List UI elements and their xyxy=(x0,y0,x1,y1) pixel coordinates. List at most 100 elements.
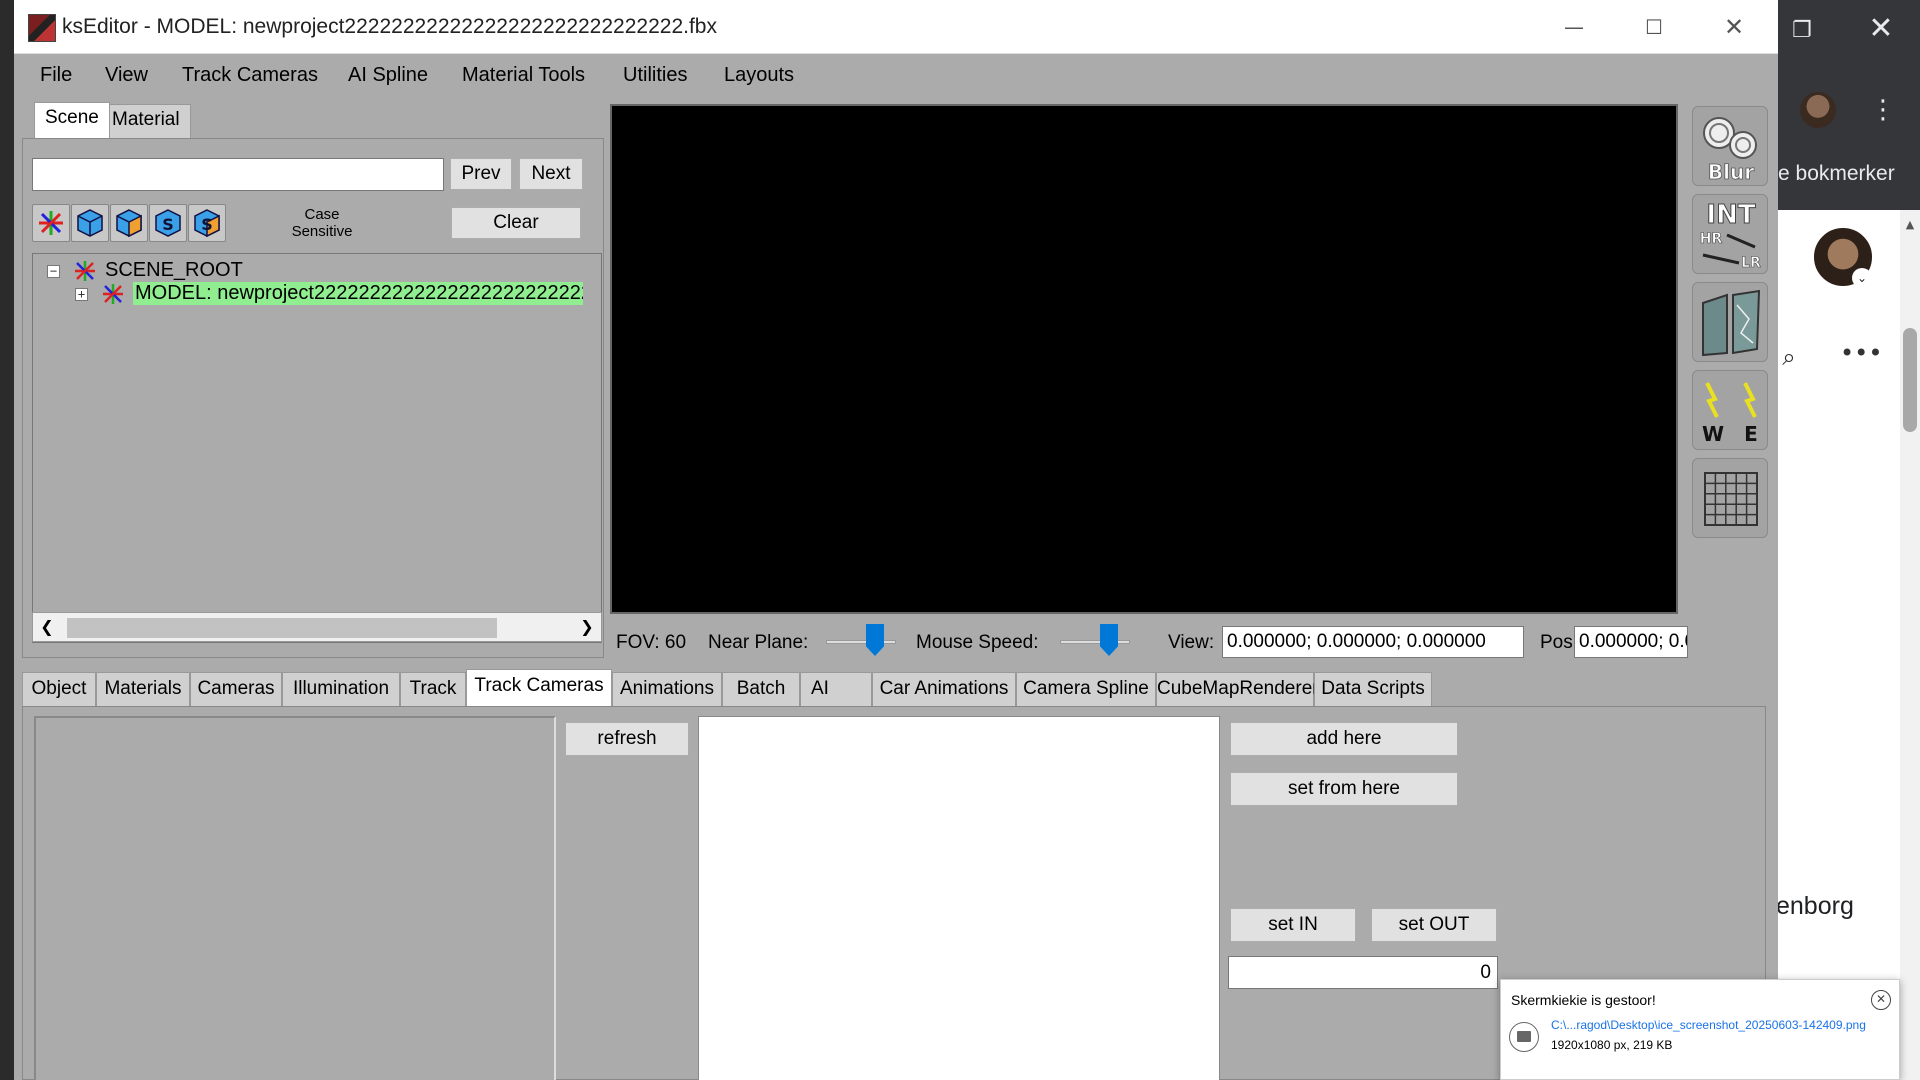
scroll-left-icon[interactable]: ❮ xyxy=(37,615,57,639)
tree-node-scene-root[interactable]: SCENE_ROOT xyxy=(105,259,243,282)
scroll-up-icon[interactable]: ▲ xyxy=(1903,218,1917,232)
near-plane-slider[interactable] xyxy=(826,640,896,644)
skinned-mesh-filter-icon[interactable]: S xyxy=(149,204,187,242)
set-out-button[interactable]: set OUT xyxy=(1371,908,1497,942)
node-icon xyxy=(75,261,95,281)
camera-set-list[interactable] xyxy=(34,716,556,1080)
near-plane-slider-thumb[interactable] xyxy=(866,624,884,656)
int-label: INT xyxy=(1706,200,1755,230)
close-icon[interactable]: ✕ xyxy=(1871,990,1891,1010)
collapse-icon[interactable]: − xyxy=(47,265,60,278)
mouse-speed-label: Mouse Speed: xyxy=(916,632,1039,653)
view-label: View: xyxy=(1168,632,1215,653)
case-sensitive-label[interactable]: Case Sensitive xyxy=(276,206,368,240)
mouse-speed-slider-thumb[interactable] xyxy=(1100,624,1118,656)
more-vertical-icon[interactable]: ⋮ xyxy=(1870,92,1896,128)
close-icon[interactable]: ✕ xyxy=(1866,14,1896,44)
tab-data-scripts[interactable]: Data Scripts xyxy=(1314,672,1432,706)
lr-label: LR xyxy=(1741,255,1761,271)
blur-label: Blur xyxy=(1708,160,1754,184)
tab-track[interactable]: Track xyxy=(400,672,466,706)
search-icon[interactable]: ⌕ xyxy=(1776,344,1802,370)
notification-title: Skermkiekie is gestoor! xyxy=(1511,992,1656,1008)
tab-object[interactable]: Object xyxy=(22,672,96,706)
scene-search-input[interactable] xyxy=(32,158,444,191)
set-from-here-button[interactable]: set from here xyxy=(1230,772,1458,806)
tree-horizontal-scrollbar[interactable]: ❮ ❯ xyxy=(32,612,602,642)
menu-layouts[interactable]: Layouts xyxy=(724,64,794,87)
glass-panels-button[interactable] xyxy=(1692,282,1768,362)
restore-icon[interactable]: ❐ xyxy=(1790,18,1814,42)
wipers-we-button[interactable]: W E xyxy=(1692,370,1768,450)
camera-list[interactable] xyxy=(698,716,1220,1080)
tab-ai[interactable]: AI xyxy=(800,672,872,706)
menu-ai-spline[interactable]: AI Spline xyxy=(348,64,428,87)
window-title: ksEditor - MODEL: newproject222222222222… xyxy=(62,15,717,38)
blur-button[interactable]: Blur xyxy=(1692,106,1768,186)
file-info: 1920x1080 px, 219 KB xyxy=(1551,1038,1673,1052)
more-horizontal-icon[interactable]: ••• xyxy=(1840,340,1882,366)
pos-field[interactable]: 0.000000; 0.0 xyxy=(1574,626,1688,658)
tab-car-animations[interactable]: Car Animations xyxy=(872,672,1016,706)
profile-avatar[interactable] xyxy=(1800,92,1836,128)
menu-track-cameras[interactable]: Track Cameras xyxy=(182,64,318,87)
tab-cameras[interactable]: Cameras xyxy=(190,672,282,706)
set-in-button[interactable]: set IN xyxy=(1230,908,1356,942)
minimize-button[interactable]: — xyxy=(1552,10,1596,44)
maximize-button[interactable]: ☐ xyxy=(1632,10,1676,44)
tab-scene[interactable]: Scene xyxy=(34,102,110,138)
next-button[interactable]: Next xyxy=(519,158,583,190)
node-icon xyxy=(103,284,123,304)
folder-icon[interactable] xyxy=(1509,1022,1539,1052)
menu-file[interactable]: File xyxy=(40,64,72,87)
desktop-edge xyxy=(0,0,14,1080)
mesh-orange-filter-icon[interactable] xyxy=(110,204,148,242)
menu-view[interactable]: View xyxy=(105,64,148,87)
pos-label: Pos: xyxy=(1540,632,1579,653)
scrollbar-thumb[interactable] xyxy=(1903,328,1917,432)
app-icon xyxy=(28,14,56,42)
int-hr-lr-button[interactable]: INT HR LR xyxy=(1692,194,1768,274)
page-text: enborg xyxy=(1776,892,1854,920)
tab-cubemaprenderer[interactable]: CubeMapRenderer xyxy=(1156,672,1319,706)
e-label: E xyxy=(1744,422,1758,446)
clear-button[interactable]: Clear xyxy=(451,207,581,239)
menu-bar: File View Track Cameras AI Spline Materi… xyxy=(14,56,1778,94)
w-label: W xyxy=(1702,422,1724,446)
view-field[interactable]: 0.000000; 0.000000; 0.000000 xyxy=(1222,626,1524,658)
tab-camera-spline[interactable]: Camera Spline xyxy=(1016,672,1156,706)
tab-animations[interactable]: Animations xyxy=(612,672,722,706)
expand-icon[interactable]: + xyxy=(75,288,88,301)
near-plane-label: Near Plane: xyxy=(708,632,809,653)
grid-button[interactable] xyxy=(1692,458,1768,538)
screenshot-notification[interactable]: Skermkiekie is gestoor! ✕ C:\...ragod\De… xyxy=(1500,979,1900,1080)
node-filter-icon[interactable] xyxy=(32,204,70,242)
tab-track-cameras[interactable]: Track Cameras xyxy=(466,669,612,706)
prev-button[interactable]: Prev xyxy=(450,158,512,190)
tab-illumination[interactable]: Illumination xyxy=(282,672,400,706)
tree-node-model[interactable]: MODEL: newproject22222222222222222222222… xyxy=(133,282,583,305)
scrollbar-thumb[interactable] xyxy=(67,618,497,638)
tab-material[interactable]: Material xyxy=(101,104,191,138)
refresh-button[interactable]: refresh xyxy=(565,722,689,756)
3d-viewport[interactable] xyxy=(610,104,1678,614)
menu-utilities[interactable]: Utilities xyxy=(623,64,687,87)
file-path-link[interactable]: C:\...ragod\Desktop\ice_screenshot_20250… xyxy=(1551,1018,1866,1032)
tab-batch[interactable]: Batch xyxy=(722,672,800,706)
chevron-down-icon[interactable]: ⌄ xyxy=(1852,268,1872,288)
mesh-filter-icon[interactable] xyxy=(71,204,109,242)
svg-text:S: S xyxy=(162,215,174,234)
scene-tree[interactable]: − SCENE_ROOT + MODEL: newproject22222222… xyxy=(32,253,602,643)
numeric-input[interactable]: 0 xyxy=(1228,956,1498,989)
mouse-speed-slider[interactable] xyxy=(1060,640,1130,644)
skinned-mesh-orange-filter-icon[interactable]: S xyxy=(188,204,226,242)
menu-material-tools[interactable]: Material Tools xyxy=(462,64,585,87)
tab-materials[interactable]: Materials xyxy=(96,672,190,706)
scroll-right-icon[interactable]: ❯ xyxy=(577,615,597,639)
kseditor-window: ksEditor - MODEL: newproject222222222222… xyxy=(14,0,1778,1080)
close-button[interactable]: ✕ xyxy=(1712,10,1756,44)
title-bar: ksEditor - MODEL: newproject222222222222… xyxy=(14,0,1778,54)
hr-label: HR xyxy=(1700,231,1723,247)
bookmarks-text[interactable]: e bokmerker xyxy=(1778,162,1895,186)
add-here-button[interactable]: add here xyxy=(1230,722,1458,756)
